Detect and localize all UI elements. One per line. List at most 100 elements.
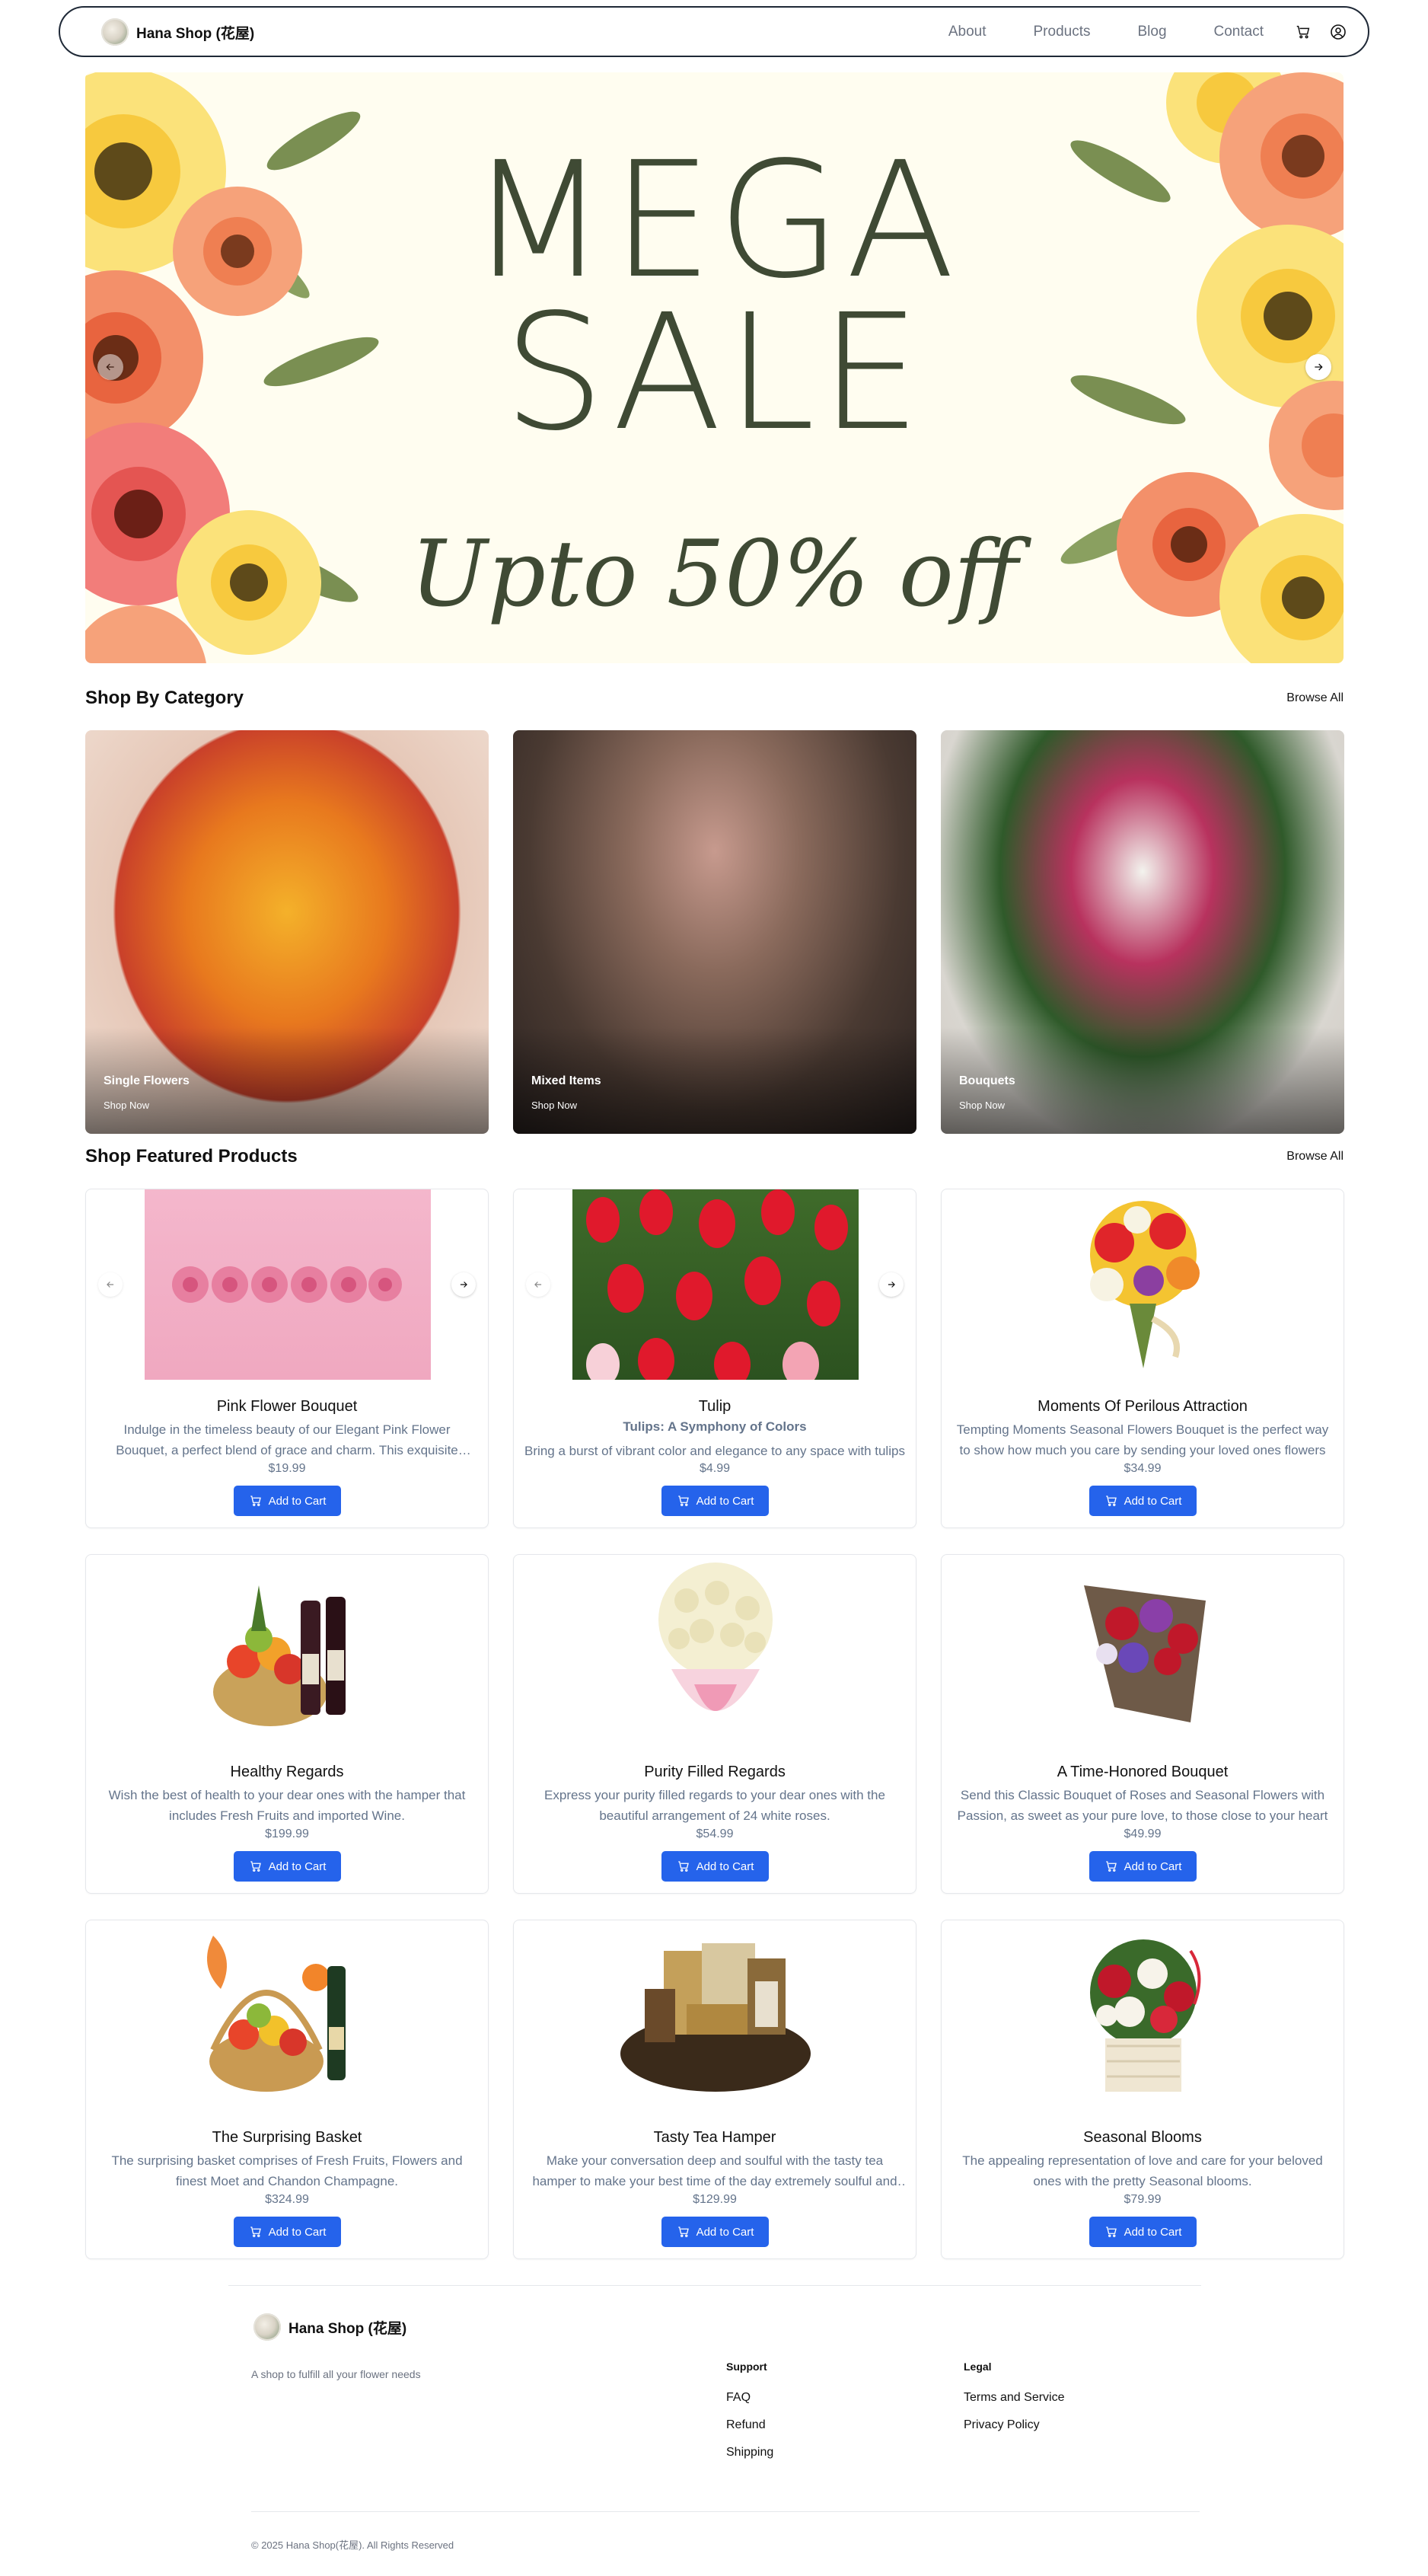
products-section-header: Shop Featured Products Browse All [85, 1146, 1344, 1167]
footer-link-faq[interactable]: FAQ [726, 2391, 751, 2405]
product-price: $324.99 [265, 2193, 309, 2206]
product-name: A Time-Honored Bouquet [1057, 1764, 1229, 1780]
product-name: Moments Of Perilous Attraction [1038, 1398, 1248, 1415]
product-image [1000, 1920, 1286, 2111]
add-to-cart-button[interactable]: Add to Cart [1089, 2217, 1197, 2247]
add-to-cart-label: Add to Cart [268, 1494, 327, 1508]
product-price: $4.99 [699, 1462, 731, 1475]
product-description: Bring a burst of vibrant color and elega… [524, 1444, 905, 1458]
product-image [145, 1189, 431, 1380]
product-description: The surprising basket comprises of Fresh… [111, 2153, 463, 2188]
footer-support-title: Support [726, 2361, 767, 2373]
hero-subtitle: Upto 50% off [410, 522, 1018, 627]
category-shop-now-link[interactable]: Shop Now [104, 1100, 149, 1111]
category-label: Mixed Items [531, 1074, 601, 1087]
hero-prev-arrow-icon[interactable] [97, 354, 123, 380]
product-card-healthy-regards[interactable]: Healthy Regards Wish the best of health … [85, 1554, 489, 1894]
product-price: $34.99 [1124, 1462, 1162, 1475]
cart-icon [677, 2226, 689, 2237]
add-to-cart-label: Add to Cart [268, 1859, 327, 1873]
category-shop-now-link[interactable]: Shop Now [959, 1100, 1005, 1111]
nav-link-blog[interactable]: Blog [1137, 24, 1166, 40]
cart-icon [250, 1495, 261, 1506]
image-prev-arrow-icon[interactable] [526, 1272, 550, 1297]
add-to-cart-button[interactable]: Add to Cart [234, 2217, 341, 2247]
user-icon[interactable] [1327, 21, 1350, 43]
add-to-cart-label: Add to Cart [696, 2225, 754, 2239]
product-card-moments-of-perilous-attraction[interactable]: Moments Of Perilous Attraction Tempting … [941, 1189, 1344, 1528]
category-section-title: Shop By Category [85, 688, 244, 708]
footer-link-refund[interactable]: Refund [726, 2418, 766, 2432]
product-image [1000, 1189, 1286, 1380]
product-card-a-time-honored-bouquet[interactable]: A Time-Honored Bouquet Send this Classic… [941, 1554, 1344, 1894]
hero-banner: MEGA SALE Upto 50% off [85, 72, 1344, 663]
products-browse-all-link[interactable]: Browse All [1286, 1150, 1344, 1164]
nav-link-products[interactable]: Products [1034, 24, 1091, 40]
footer-top-divider [228, 2285, 1201, 2286]
hero-title-line1: MEGA [469, 127, 960, 314]
add-to-cart-label: Add to Cart [1124, 1494, 1182, 1508]
product-card-tasty-tea-hamper[interactable]: Tasty Tea Hamper Make your conversation … [513, 1920, 916, 2259]
logo-image [101, 18, 129, 46]
footer-bottom-divider [251, 2511, 1200, 2512]
add-to-cart-button[interactable]: Add to Cart [234, 1486, 341, 1516]
add-to-cart-button[interactable]: Add to Cart [1089, 1851, 1197, 1882]
footer-brand[interactable]: Hana Shop (花屋) [253, 2313, 406, 2341]
product-name: Tasty Tea Hamper [653, 2129, 776, 2146]
product-card-the-surprising-basket[interactable]: The Surprising Basket The surprising bas… [85, 1920, 489, 2259]
product-name: Healthy Regards [230, 1764, 344, 1780]
footer-link-privacy[interactable]: Privacy Policy [964, 2418, 1040, 2432]
add-to-cart-button[interactable]: Add to Cart [661, 1486, 769, 1516]
product-name: Pink Flower Bouquet [216, 1398, 358, 1415]
product-description: The appealing representation of love and… [962, 2153, 1323, 2188]
category-card-single-flowers[interactable]: Single Flowers Shop Now [85, 730, 489, 1134]
product-name: Tulip [698, 1398, 732, 1415]
add-to-cart-button[interactable]: Add to Cart [234, 1851, 341, 1882]
footer-tagline: A shop to fulfill all your flower needs [251, 2368, 421, 2380]
product-card-pink-flower-bouquet[interactable]: Pink Flower Bouquet Indulge in the timel… [85, 1189, 489, 1528]
footer-brand-name: Hana Shop (花屋) [288, 2320, 407, 2337]
product-price: $199.99 [265, 1827, 309, 1840]
cart-icon [250, 2226, 261, 2237]
cart-icon [1105, 1861, 1117, 1872]
cart-icon [1105, 2226, 1117, 2237]
nav-link-contact[interactable]: Contact [1214, 24, 1264, 40]
hero-title-line2: SALE [503, 279, 926, 466]
category-shop-now-link[interactable]: Shop Now [531, 1100, 577, 1111]
brand-name: Hana Shop (花屋) [136, 25, 255, 42]
category-browse-all-link[interactable]: Browse All [1286, 691, 1344, 705]
category-label: Bouquets [959, 1074, 1015, 1087]
products-section-title: Shop Featured Products [85, 1146, 298, 1167]
image-next-arrow-icon[interactable] [879, 1272, 904, 1297]
hero-next-arrow-icon[interactable] [1305, 354, 1331, 380]
image-next-arrow-icon[interactable] [451, 1272, 476, 1297]
footer-link-terms[interactable]: Terms and Service [964, 2391, 1065, 2405]
add-to-cart-button[interactable]: Add to Cart [661, 2217, 769, 2247]
product-card-seasonal-blooms[interactable]: Seasonal Blooms The appealing representa… [941, 1920, 1344, 2259]
product-name: Seasonal Blooms [1083, 2129, 1202, 2146]
image-prev-arrow-icon[interactable] [98, 1272, 123, 1297]
footer-copyright: © 2025 Hana Shop(花屋). All Rights Reserve… [251, 2539, 454, 2551]
product-card-purity-filled-regards[interactable]: Purity Filled Regards Express your purit… [513, 1554, 916, 1894]
nav-link-about[interactable]: About [948, 24, 987, 40]
cart-icon[interactable] [1292, 21, 1315, 43]
add-to-cart-label: Add to Cart [268, 2225, 327, 2239]
product-description: Express your purity filled regards to yo… [544, 1788, 885, 1823]
add-to-cart-button[interactable]: Add to Cart [1089, 1486, 1197, 1516]
product-image [145, 1555, 431, 1745]
brand-link[interactable]: Hana Shop (花屋) [101, 18, 254, 46]
hero-title: MEGA SALE [85, 127, 1344, 466]
footer-link-shipping[interactable]: Shipping [726, 2446, 773, 2459]
category-card-bouquets[interactable]: Bouquets Shop Now [941, 730, 1344, 1134]
add-to-cart-label: Add to Cart [1124, 1859, 1182, 1873]
product-price: $49.99 [1124, 1827, 1162, 1840]
category-section-header: Shop By Category Browse All [85, 688, 1344, 709]
product-image [572, 1189, 859, 1380]
product-name: The Surprising Basket [212, 2129, 362, 2146]
cart-icon [1105, 1495, 1117, 1506]
cart-icon [250, 1861, 261, 1872]
category-card-mixed-items[interactable]: Mixed Items Shop Now [513, 730, 916, 1134]
add-to-cart-label: Add to Cart [696, 1859, 754, 1873]
product-card-tulip[interactable]: Tulip Tulips: A Symphony of Colors Bring… [513, 1189, 916, 1528]
add-to-cart-button[interactable]: Add to Cart [661, 1851, 769, 1882]
